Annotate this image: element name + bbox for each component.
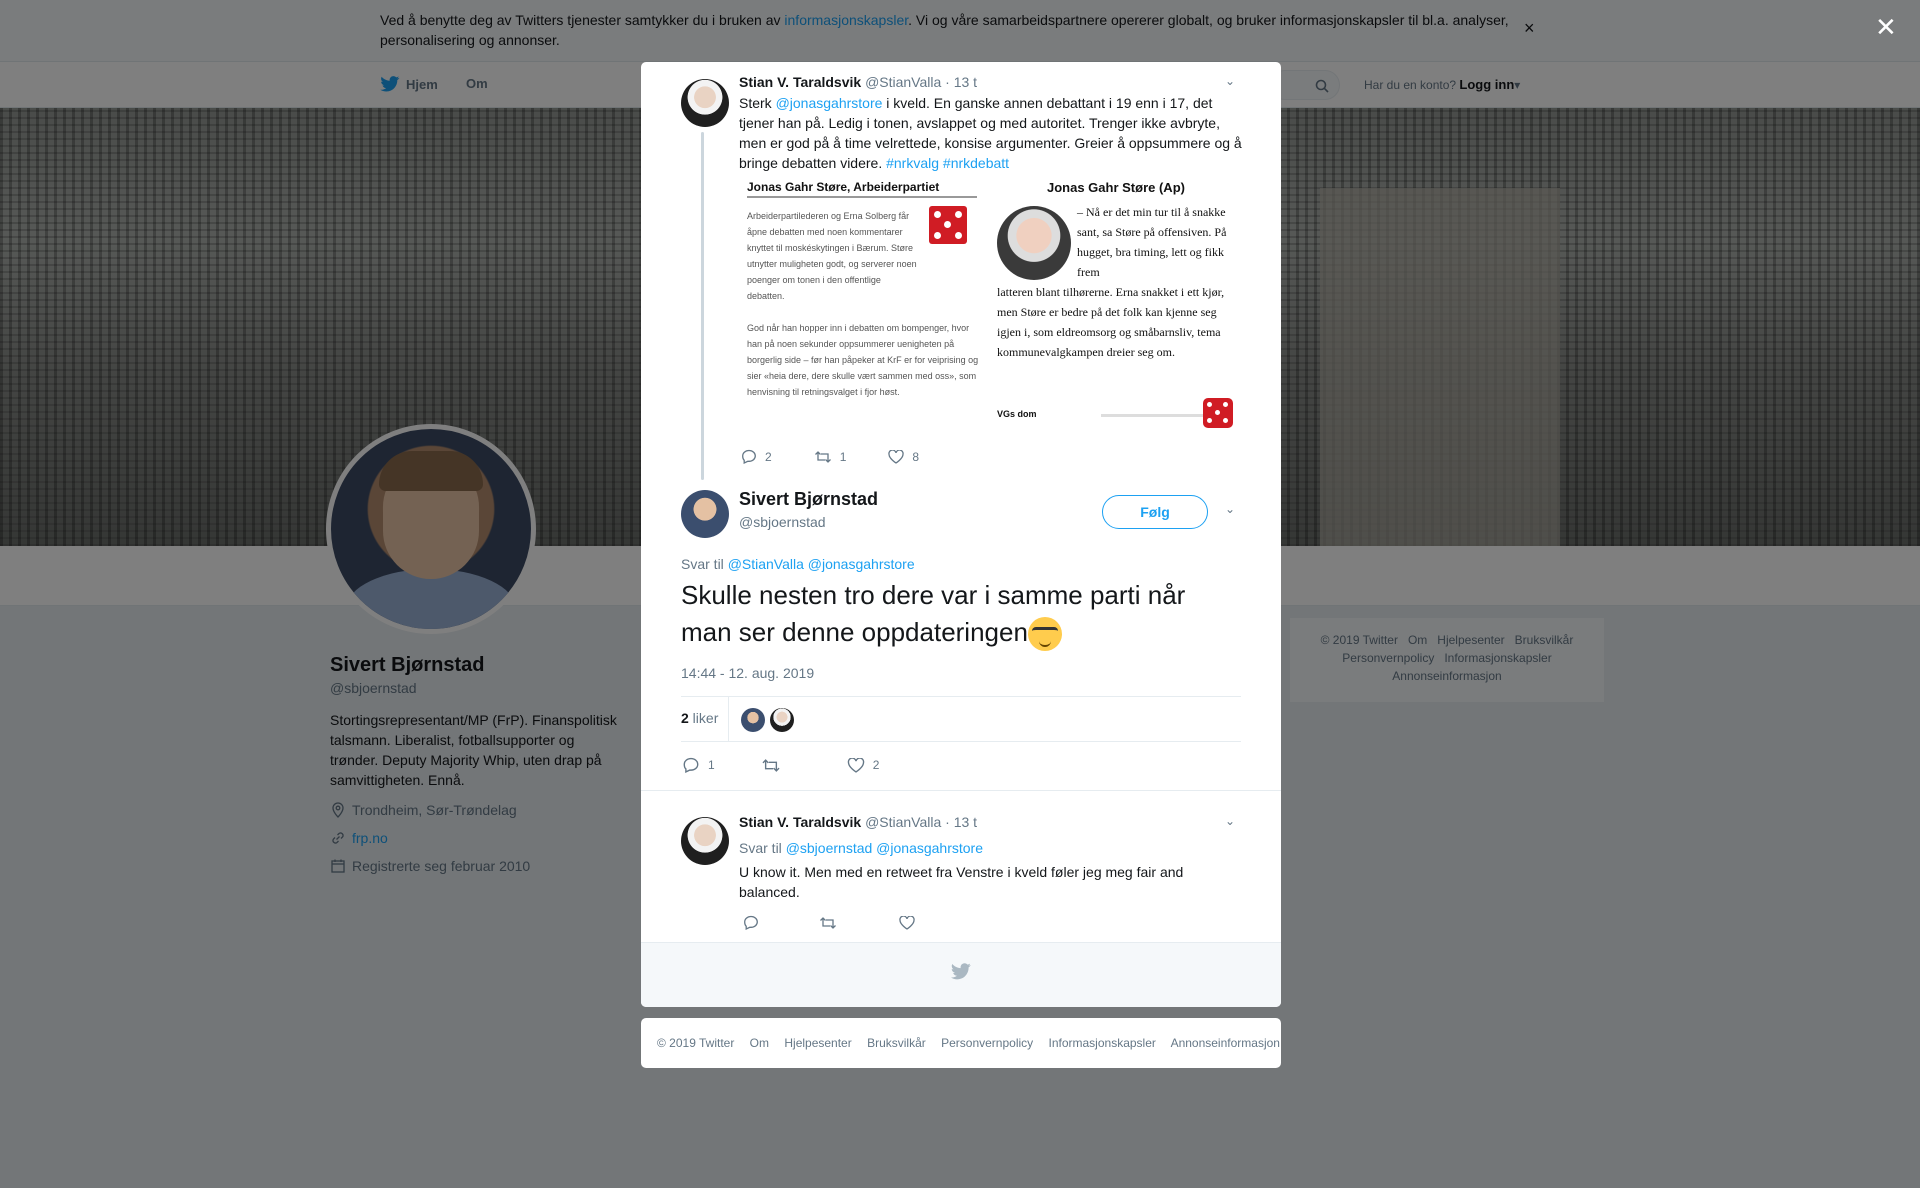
- like-count: 2: [872, 758, 880, 772]
- main-author-handle[interactable]: @sbjoernstad: [739, 514, 826, 530]
- tweet-media-image[interactable]: Jonas Gahr Støre, Arbeiderpartiet Arbeid…: [739, 174, 1241, 434]
- heart-icon: [847, 757, 864, 773]
- reply-action[interactable]: [743, 915, 759, 930]
- chevron-down-icon[interactable]: ⌄: [1225, 502, 1235, 516]
- author-handle[interactable]: @StianValla: [865, 814, 941, 830]
- thread-connector: [701, 132, 704, 480]
- tweet-actions: 1 2: [682, 757, 921, 773]
- avatar[interactable]: [681, 817, 729, 865]
- main-author-name[interactable]: Sivert Bjørnstad: [739, 489, 878, 510]
- media-right-p2: latteren blant tilhørerne. Erna snakket …: [997, 285, 1225, 359]
- nerd-face-emoji-icon: [1027, 617, 1062, 652]
- media-vgs-label: VGs dom: [997, 409, 1037, 419]
- media-right-p1: – Nå er det min tur til å snakke sant, s…: [1077, 205, 1227, 279]
- footer-link-ads[interactable]: Annonseinformasjon: [1171, 1036, 1280, 1050]
- retweet-action[interactable]: [761, 757, 789, 773]
- media-portrait: [997, 206, 1071, 280]
- reply-action[interactable]: 1: [682, 757, 715, 773]
- liker-avatar[interactable]: [741, 708, 765, 732]
- retweet-action[interactable]: 1: [814, 449, 847, 464]
- reply-mentions[interactable]: @StianValla @jonasgahrstore: [728, 556, 915, 572]
- chevron-down-icon[interactable]: ⌄: [1225, 814, 1235, 828]
- reply-label: Svar til: [739, 840, 786, 856]
- reply-icon: [744, 915, 758, 930]
- tweet-stats: 2 liker: [681, 696, 1241, 742]
- tweet-time[interactable]: · 13 t: [945, 814, 977, 830]
- footer-link-terms[interactable]: Bruksvilkår: [867, 1036, 926, 1050]
- reply-action[interactable]: 2: [741, 449, 772, 464]
- like-action[interactable]: 2: [847, 757, 880, 773]
- main-tweet-text-content: Skulle nesten tro dere var i samme parti…: [681, 580, 1186, 647]
- avatar[interactable]: [681, 490, 729, 538]
- footer-link-privacy[interactable]: Personvernpolicy: [941, 1036, 1033, 1050]
- reply-icon: [683, 757, 699, 773]
- like-action[interactable]: 8: [888, 449, 919, 464]
- author-name[interactable]: Stian V. Taraldsvik: [739, 814, 861, 830]
- dice-icon: [1203, 398, 1233, 428]
- author-name[interactable]: Sivert Bjørnstad: [739, 489, 878, 509]
- tweet-text-a: Sterk: [739, 95, 776, 111]
- modal-footer: [641, 942, 1281, 1007]
- tweet-header: Stian V. Taraldsvik @StianValla · 13 t: [739, 74, 977, 90]
- retweet-count: 1: [839, 449, 847, 464]
- avatar[interactable]: [681, 79, 729, 127]
- media-right-column: Jonas Gahr Støre (Ap) – Nå er det min tu…: [997, 174, 1241, 434]
- media-left-p1: Arbeiderpartilederen og Erna Solberg får…: [747, 211, 917, 301]
- tweet-modal: Stian V. Taraldsvik @StianValla · 13 t ⌄…: [641, 62, 1281, 1007]
- follow-button[interactable]: Følg: [1102, 495, 1208, 529]
- stats-divider: [728, 697, 729, 741]
- reply-count: 2: [765, 449, 772, 464]
- like-count: 8: [912, 449, 920, 464]
- media-rating-line: [1101, 414, 1211, 417]
- likes-stat[interactable]: 2 liker: [681, 710, 718, 726]
- close-modal-icon[interactable]: ✕: [1875, 12, 1897, 43]
- tweet-actions: 2 1 8: [741, 449, 961, 464]
- chevron-down-icon[interactable]: ⌄: [1225, 74, 1235, 88]
- reply-count: 1: [708, 758, 715, 772]
- tweet-time[interactable]: · 13 t: [945, 74, 977, 90]
- reply-mentions[interactable]: @sbjoernstad @jonasgahrstore: [786, 840, 983, 856]
- tweet-text: Sterk @jonasgahrstore i kveld. En ganske…: [739, 93, 1243, 173]
- modal-bottom-footer: © 2019 Twitter Om Hjelpesenter Bruksvilk…: [641, 1018, 1281, 1068]
- footer-link-help[interactable]: Hjelpesenter: [784, 1036, 851, 1050]
- likes-label: liker: [688, 710, 719, 726]
- author-name[interactable]: Stian V. Taraldsvik: [739, 74, 861, 90]
- media-left-p2: God når han hopper inn i debatten om bom…: [747, 323, 979, 397]
- tweet-header: Stian V. Taraldsvik @StianValla · 13 t: [739, 814, 977, 830]
- retweet-action[interactable]: [819, 915, 837, 930]
- hashtag-links[interactable]: #nrkvalg #nrkdebatt: [886, 155, 1009, 171]
- heart-icon: [899, 915, 915, 930]
- media-left-column: Jonas Gahr Støre, Arbeiderpartiet Arbeid…: [739, 174, 987, 434]
- liker-avatar[interactable]: [770, 708, 794, 732]
- retweet-icon: [820, 916, 836, 929]
- media-right-title: Jonas Gahr Støre (Ap): [1047, 180, 1185, 195]
- footer-copyright: © 2019 Twitter: [657, 1036, 735, 1050]
- tweet-datetime[interactable]: 14:44 - 12. aug. 2019: [681, 665, 814, 681]
- mention-link[interactable]: @jonasgahrstore: [776, 95, 883, 111]
- reply-label: Svar til: [681, 556, 728, 572]
- author-handle[interactable]: @StianValla: [865, 74, 941, 90]
- tweet-text: U know it. Men med en retweet fra Venstr…: [739, 864, 1184, 900]
- heart-icon: [888, 449, 905, 464]
- media-left-title: Jonas Gahr Støre, Arbeiderpartiet: [747, 180, 977, 198]
- like-action[interactable]: [899, 915, 915, 930]
- divider: [641, 790, 1281, 791]
- reply-context: Svar til @sbjoernstad @jonasgahrstore: [739, 838, 983, 858]
- likes-count: 2: [681, 710, 689, 726]
- footer-link-cookies[interactable]: Informasjonskapsler: [1049, 1036, 1156, 1050]
- dice-five-icon: [929, 206, 967, 244]
- twitter-bird-icon: [951, 963, 971, 980]
- footer-link-about[interactable]: Om: [750, 1036, 769, 1050]
- retweet-icon: [814, 450, 831, 463]
- reply-icon: [742, 449, 756, 464]
- reply-context: Svar til @StianValla @jonasgahrstore: [681, 554, 915, 574]
- retweet-icon: [762, 758, 780, 772]
- author-handle[interactable]: @sbjoernstad: [739, 514, 826, 530]
- tweet-actions: [743, 915, 957, 930]
- main-tweet-text: Skulle nesten tro dere var i samme parti…: [681, 577, 1241, 652]
